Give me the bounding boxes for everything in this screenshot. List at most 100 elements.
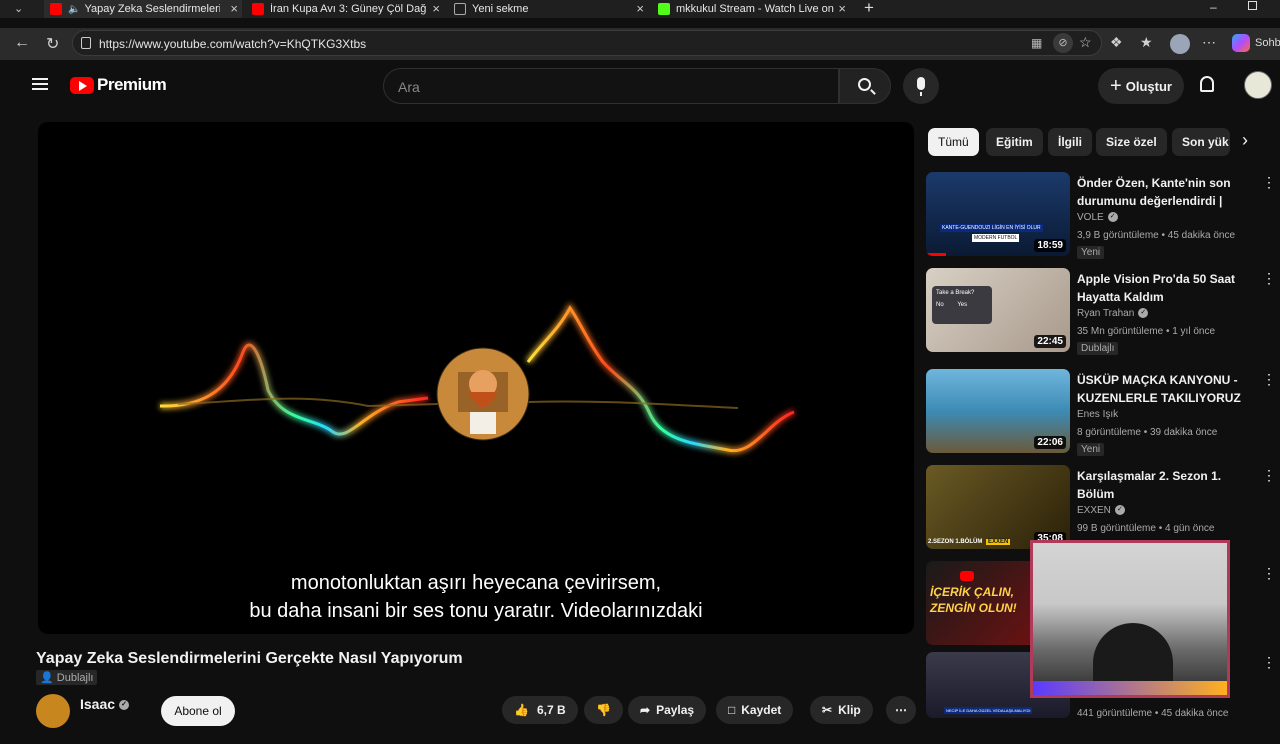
subtitle-line-1: monotonluktan aşırı heyecana çevirirsem, [290,572,662,594]
more-vertical-icon[interactable]: ⋮ [1262,565,1276,582]
browser-tab-strip: ⌄ 🔈 Yapay Zeka Seslendirmelerini × İran … [0,0,1280,18]
more-vertical-icon[interactable]: ⋮ [1262,371,1276,388]
search-button[interactable] [839,68,891,104]
url-text: https://www.youtube.com/watch?v=KhQTKG3X… [99,37,367,51]
copilot-label[interactable]: Sohb [1255,37,1280,49]
verified-icon: ✓ [1107,212,1118,223]
tab-title: Yeni sekme [472,3,529,15]
search-icon [858,78,871,91]
channel-action-row: Isaac ✓ Abone ol 👍 6,7 B 👎 ➦ Paylaş □ Kay… [36,692,916,728]
favorites-icon[interactable]: ★ [1140,34,1153,51]
browser-toolbar: ← ↻ https://www.youtube.com/watch?v=KhQT… [0,28,1280,60]
account-avatar[interactable] [1244,71,1272,99]
search-input[interactable] [398,77,798,97]
thumbnail-episode: 2.SEZON 1.BÖLÜM [928,539,983,545]
tracking-prevention-icon[interactable]: ⊘ [1053,33,1073,53]
youtube-icon [252,3,264,15]
video-thumbnail[interactable]: KANTE-GUENDOUZI LİGİN EN İYİSİ OLUR MODE… [926,172,1070,256]
thumbnail-subcaption: MODERN FUTBOL [972,234,1020,242]
dialog-no: No [936,302,944,308]
video-thumbnail[interactable]: 22:06 [926,369,1070,453]
chip-for-you[interactable]: Size özel [1096,128,1167,156]
subscribe-button[interactable]: Abone ol [161,696,235,726]
tab-list-chevron-icon[interactable]: ⌄ [14,2,23,15]
new-badge: Yeni [1077,443,1105,456]
thumbs-down-icon: 👎 [596,703,611,717]
close-icon[interactable]: × [838,1,846,16]
notifications-bell-icon[interactable] [1200,76,1214,92]
chevron-right-icon[interactable]: › [1242,130,1248,151]
site-info-icon[interactable] [81,37,91,49]
tab-title: İran Kupa Avı 3: Güney Çöl Dağ Ke [270,3,430,15]
verified-icon: ✓ [119,700,130,711]
audio-waveform-visual [159,302,796,454]
browser-tab-newtab[interactable]: Yeni sekme × [448,0,648,18]
channel-text: Enes Işık [1077,409,1119,420]
recommendation-title[interactable]: ÜSKÜP MAÇKA KANYONU - KUZENLERLE TAKILIY… [1077,371,1257,407]
chip-recent[interactable]: Son yük [1172,128,1230,156]
recommendation-channel[interactable]: EXXEN ✓ [1077,505,1125,516]
profile-avatar[interactable] [1170,34,1190,54]
dubbed-badge: 👤 Dublajlı [36,670,98,685]
chip-related[interactable]: İlgili [1048,128,1092,156]
more-vertical-icon[interactable]: ⋮ [1262,654,1276,671]
close-icon[interactable]: × [636,1,644,16]
recommendation-title[interactable]: Apple Vision Pro'da 50 Saat Hayatta Kald… [1077,270,1257,306]
recommendation-meta: 99 B görüntüleme • 4 gün önce [1077,523,1215,534]
duration-badge: 22:06 [1034,436,1066,449]
browser-tab-youtube-1[interactable]: 🔈 Yapay Zeka Seslendirmelerini × [44,0,242,18]
tab-title: mkkukul Stream - Watch Live on K [676,3,834,15]
clip-label: Klip [838,703,861,717]
more-vertical-icon[interactable]: ⋮ [1262,467,1276,484]
recommendation-channel[interactable]: Enes Işık [1077,409,1118,420]
duration-badge: 18:59 [1034,239,1066,252]
filter-chip-bar: Tümü Eğitim İlgili Size özel Son yük › [926,128,1276,158]
more-menu-icon[interactable]: ⋯ [1202,34,1216,51]
voice-search-button[interactable] [903,68,939,104]
recommendation-channel[interactable]: Ryan Trahan ✓ [1077,308,1149,319]
recommendation-meta: 441 görüntüleme • 45 dakika önce [1077,708,1229,719]
minimize-icon[interactable]: – [1210,0,1217,14]
close-icon[interactable]: × [432,1,440,16]
youtube-logo[interactable]: Premium [70,75,167,95]
speaker-icon[interactable]: 🔈 [68,4,80,15]
chip-all[interactable]: Tümü [928,128,979,156]
channel-name-text: Isaac [80,696,116,712]
recommendation-item[interactable]: KANTE-GUENDOUZI LİGİN EN İYİSİ OLUR MODE… [926,172,1276,264]
thumbnail-caption: NECİP İLE DAHA GÜZEL VEDALAŞILMALIYDI [944,707,1033,714]
restore-icon[interactable] [1248,1,1257,10]
chip-education[interactable]: Eğitim [986,128,1043,156]
extensions-icon[interactable]: ❖ [1110,34,1123,51]
recommendation-title[interactable]: Karşılaşmalar 2. Sezon 1. Bölüm [1077,467,1257,503]
address-bar[interactable]: https://www.youtube.com/watch?v=KhQTKG3X… [72,30,1102,56]
tab-title: Yapay Zeka Seslendirmelerini [84,3,221,15]
share-label: Paylaş [656,703,695,717]
menu-hamburger-icon[interactable] [32,78,48,90]
more-vertical-icon[interactable]: ⋮ [1262,174,1276,191]
video-thumbnail[interactable]: 2.SEZON 1.BÖLÜM EXXEN 35:08 [926,465,1070,549]
browser-tab-youtube-2[interactable]: İran Kupa Avı 3: Güney Çöl Dağ Ke × [246,0,444,18]
back-arrow-icon[interactable]: ← [14,34,30,52]
recommendation-meta: 35 Mn görüntüleme • 1 yıl önce [1077,326,1216,337]
copilot-icon[interactable] [1232,34,1250,52]
recommendation-title[interactable]: Önder Özen, Kante'nin son durumunu değer… [1077,174,1257,210]
recommendation-item[interactable]: 22:06 ÜSKÜP MAÇKA KANYONU - KUZENLERLE T… [926,369,1276,461]
channel-avatar[interactable] [36,694,70,728]
recommendation-item[interactable]: Take a Break? No Yes 22:45 Apple Vision … [926,268,1276,360]
youtube-page: Premium + Oluştur [8,62,1280,728]
verified-icon: ✓ [1114,505,1125,516]
recommendation-channel[interactable]: VOLE ✓ [1077,212,1118,223]
favorite-star-icon[interactable]: ☆ [1079,34,1092,51]
channel-text: Ryan Trahan [1077,308,1135,319]
browser-tab-kick[interactable]: mkkukul Stream - Watch Live on K × [652,0,850,18]
create-button[interactable]: + Oluştur [1098,68,1184,104]
subtitle-line-2: bu daha insani bir ses tonu yaratır. Vid… [249,600,703,622]
reload-icon[interactable]: ↻ [46,34,59,54]
more-vertical-icon[interactable]: ⋮ [1262,270,1276,287]
video-thumbnail[interactable]: Take a Break? No Yes 22:45 [926,268,1070,352]
new-tab-plus-icon[interactable]: + [864,0,874,18]
video-player[interactable]: monotonluktan aşırı heyecana çevirirsem,… [38,122,914,634]
channel-name[interactable]: Isaac ✓ [80,696,130,712]
close-icon[interactable]: × [230,1,238,16]
app-grid-icon[interactable]: ▦ [1031,36,1042,50]
